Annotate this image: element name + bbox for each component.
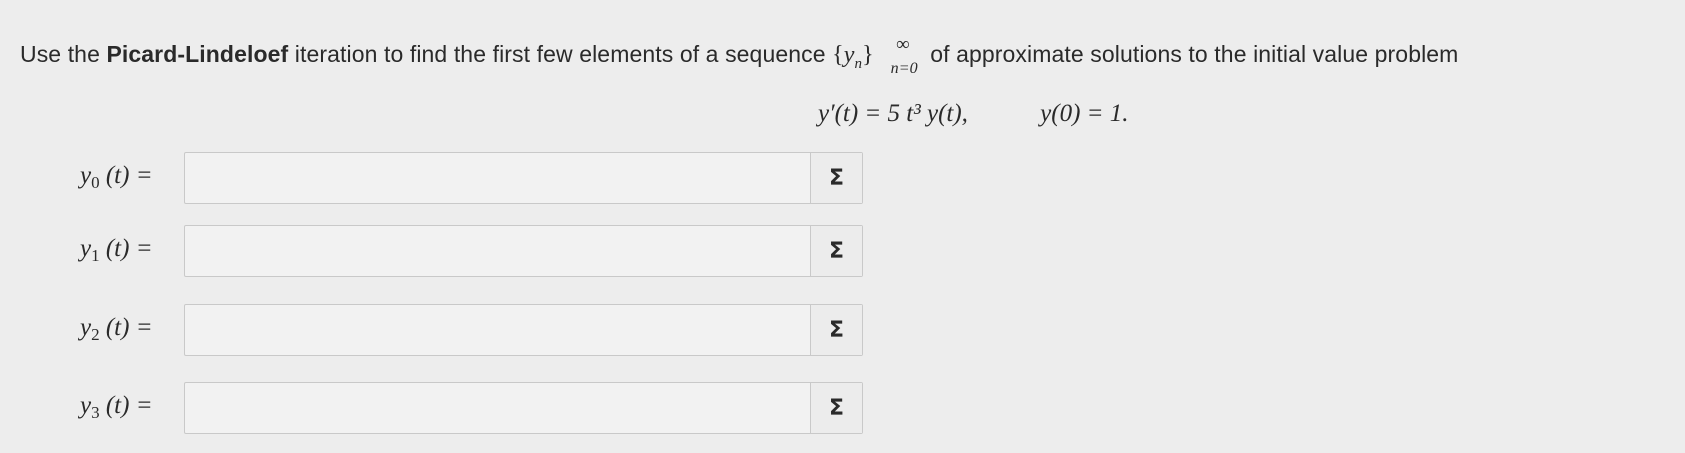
answer-label-y1: y1 (t) = xyxy=(80,235,153,265)
sigma-button-y1[interactable]: Σ xyxy=(810,226,862,276)
answer-row-y2: y2 (t) = Σ xyxy=(0,304,900,358)
question-text: Use the Picard-Lindeloef iteration to fi… xyxy=(20,34,1459,80)
question-prefix: Use the xyxy=(20,41,107,67)
ode-main: y′(t) = 5 t³ y(t), xyxy=(818,100,968,127)
answer-field-y2: Σ xyxy=(184,304,863,356)
answer-input-y3[interactable] xyxy=(185,383,810,433)
sigma-button-y3[interactable]: Σ xyxy=(810,383,862,433)
answer-field-y0: Σ xyxy=(184,152,863,204)
sequence-subscript: n=0 xyxy=(890,60,918,77)
answer-label-y3: y3 (t) = xyxy=(80,392,153,422)
answer-input-y2[interactable] xyxy=(185,305,810,355)
sigma-button-y0[interactable]: Σ xyxy=(810,153,862,203)
answer-field-y1: Σ xyxy=(184,225,863,277)
ode-initial-condition: y(0) = 1. xyxy=(1040,100,1129,127)
sequence-notation: {yn} ∞ n=0 xyxy=(832,34,918,80)
answer-row-y0: y0 (t) = Σ xyxy=(0,152,900,206)
answer-label-y0: y0 (t) = xyxy=(80,162,153,192)
sigma-button-y2[interactable]: Σ xyxy=(810,305,862,355)
question-suffix: of approximate solutions to the initial … xyxy=(923,41,1459,67)
question-middle: iteration to find the first few elements… xyxy=(288,41,826,67)
answer-field-y3: Σ xyxy=(184,382,863,434)
answer-row-y3: y3 (t) = Σ xyxy=(0,382,900,436)
ode-equation: y′(t) = 5 t³ y(t), y(0) = 1. xyxy=(818,100,1129,128)
answer-input-y0[interactable] xyxy=(185,153,810,203)
answer-label-y2: y2 (t) = xyxy=(80,314,153,344)
answer-row-y1: y1 (t) = Σ xyxy=(0,225,900,279)
answer-input-y1[interactable] xyxy=(185,226,810,276)
method-name: Picard-Lindeloef xyxy=(106,41,289,67)
